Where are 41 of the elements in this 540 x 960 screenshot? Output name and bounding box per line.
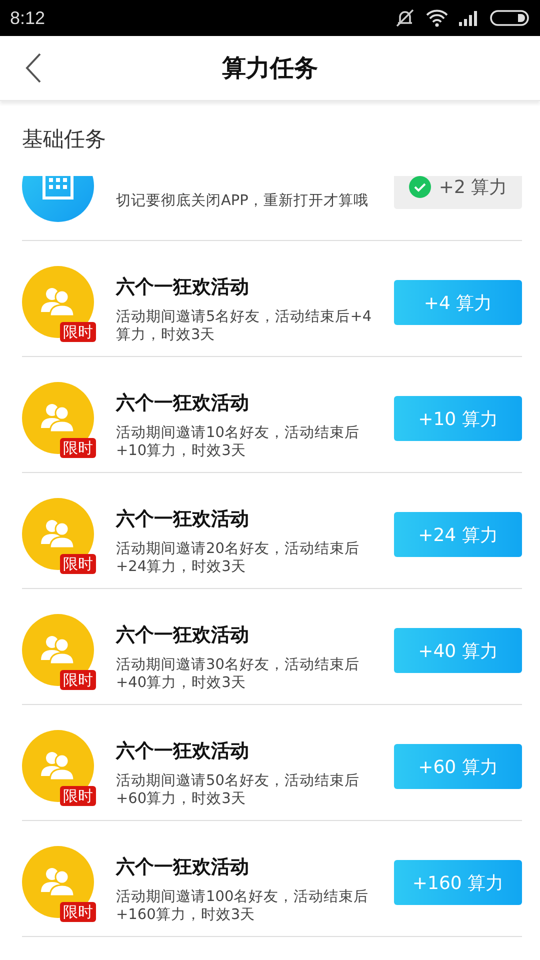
task-title: 六个一狂欢活动 [116,508,249,530]
task-description: 活动期间邀请30名好友，活动结束后+40算力，时效3天 [116,656,360,692]
bell-muted-icon [394,8,416,28]
task-title: 六个一狂欢活动 [116,624,249,646]
task-title: 六个一狂欢活动 [116,276,249,298]
section-title: 基础任务 [21,126,107,153]
reward-button[interactable]: +24 算力 [394,512,522,557]
task-title: 六个一狂欢活动 [116,856,249,878]
limited-time-badge: 限时 [60,786,96,806]
friends-icon [22,266,94,338]
task-description: 活动期间邀请50名好友，活动结束后+60算力，时效3天 [116,772,360,808]
task-description: 切记要彻底关闭APP，重新打开才算哦 [116,192,370,210]
reward-button[interactable]: +60 算力 [394,744,522,789]
back-icon[interactable] [24,52,42,84]
battery-icon [490,10,530,26]
wifi-icon [426,9,448,27]
limited-time-badge: 限时 [60,554,96,574]
limited-time-badge: 限时 [60,902,96,922]
status-time: 8:12 [10,8,46,28]
task-title: 六个一狂欢活动 [116,392,249,414]
reward-button[interactable]: +4 算力 [394,280,522,325]
friends-icon [22,614,94,686]
check-icon [408,176,431,198]
limited-time-badge: 限时 [60,322,96,342]
task-description: 活动期间邀请20名好友，活动结束后+24算力，时效3天 [116,540,360,576]
task-title: 六个一狂欢活动 [116,740,249,762]
page-title: 算力任务 [222,53,318,84]
signal-icon [458,10,480,26]
task-description: 活动期间邀请100名好友，活动结束后+160算力，时效3天 [116,888,370,924]
reward-button[interactable]: +160 算力 [394,860,522,905]
task-description: 活动期间邀请5名好友，活动结束后+4算力，时效3天 [116,308,372,344]
friends-icon [22,730,94,802]
reward-label: +2 算力 [438,176,508,198]
limited-time-badge: 限时 [60,670,96,690]
reward-button[interactable]: +10 算力 [394,396,522,441]
friends-icon [22,382,94,454]
reward-button[interactable]: +40 算力 [394,628,522,673]
friends-icon [22,498,94,570]
task-description: 活动期间邀请10名好友，活动结束后+10算力，时效3天 [116,424,360,460]
limited-time-badge: 限时 [60,438,96,458]
friends-icon [22,846,94,918]
